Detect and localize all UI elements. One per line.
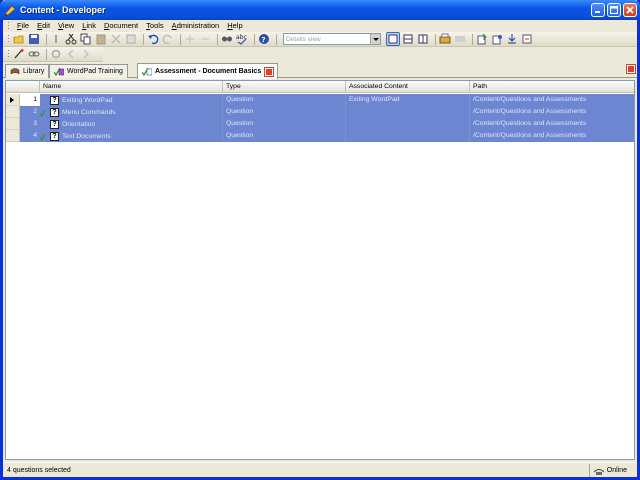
svg-text:?: ?	[262, 36, 266, 44]
link-tool-icon[interactable]	[13, 48, 25, 60]
details-grid: Name Type Associated Content Path 1 ? Ex…	[5, 80, 635, 460]
main-toolbar: abc ? Details view	[3, 32, 637, 47]
menu-administration[interactable]: Administration	[168, 20, 224, 32]
selection-status: 4 questions selected	[7, 466, 71, 474]
toolbar-grip[interactable]	[7, 34, 10, 44]
layout-vertical-icon[interactable]	[417, 33, 429, 45]
help-icon[interactable]: ?	[258, 33, 270, 45]
header-associated-content[interactable]: Associated Content	[346, 81, 470, 93]
secondary-toolbar	[3, 47, 103, 62]
book-icon	[10, 67, 20, 76]
checked-assessment-icon	[141, 67, 153, 77]
checkmark-icon	[39, 108, 46, 117]
menu-view[interactable]: View	[54, 20, 78, 32]
download-icon[interactable]	[506, 33, 518, 45]
status-bar: 4 questions selected Online	[3, 462, 637, 477]
checkmark-icon	[39, 132, 46, 141]
header-name[interactable]: Name	[40, 81, 223, 93]
menu-link[interactable]: Link	[78, 20, 100, 32]
print-icon[interactable]	[50, 33, 62, 45]
document-tabs: Library WordPad Training Assessment - Do…	[3, 62, 637, 79]
save-icon[interactable]	[28, 33, 40, 45]
title-bar[interactable]: Content - Developer	[0, 0, 640, 20]
check-in-icon[interactable]	[476, 33, 488, 45]
settings-icon[interactable]	[50, 48, 62, 60]
paste-icon[interactable]	[95, 33, 107, 45]
nav-back-icon[interactable]	[65, 48, 77, 60]
view-select[interactable]: Details view	[283, 33, 381, 45]
history-icon[interactable]	[521, 33, 533, 45]
link-add-icon[interactable]	[184, 33, 196, 45]
close-panel-icon[interactable]	[626, 64, 636, 74]
menu-document[interactable]: Document	[100, 20, 142, 32]
question-icon: ?	[50, 119, 59, 129]
table-row[interactable]: 4 ? Text Documents Question /Content/Que…	[6, 130, 634, 142]
delete-icon[interactable]	[110, 33, 122, 45]
close-button[interactable]	[623, 3, 637, 17]
table-row[interactable]: 2 ? Menu Commands Question /Content/Ques…	[6, 106, 634, 118]
header-select-spacer	[6, 81, 40, 93]
question-icon: ?	[50, 107, 59, 117]
table-row[interactable]: 3 ? Orientation Question /Content/Questi…	[6, 118, 634, 130]
redo-icon[interactable]	[162, 33, 174, 45]
toolbar-grip-2[interactable]	[7, 49, 10, 59]
layout-horizontal-icon[interactable]	[402, 33, 414, 45]
menu-tools[interactable]: Tools	[142, 20, 168, 32]
preview-icon[interactable]	[454, 33, 466, 45]
app-icon	[4, 4, 16, 16]
nav-forward-icon[interactable]	[80, 48, 92, 60]
spellcheck-icon[interactable]: abc	[236, 33, 248, 45]
menu-edit[interactable]: Edit	[33, 20, 54, 32]
window-title: Content - Developer	[20, 5, 106, 15]
menu-bar: File Edit View Link Document Tools Admin…	[3, 20, 637, 32]
cut-icon[interactable]	[65, 33, 77, 45]
row-current-indicator[interactable]	[6, 94, 20, 106]
maximize-button[interactable]	[607, 3, 621, 17]
menu-help[interactable]: Help	[223, 20, 246, 32]
table-row[interactable]: 1 ? Exiting WordPad Question Exiting Wor…	[6, 94, 634, 106]
minimize-button[interactable]	[591, 3, 605, 17]
checked-document-icon	[53, 67, 65, 77]
find-icon[interactable]	[221, 33, 233, 45]
layout-single-icon[interactable]	[386, 32, 400, 46]
menu-grip[interactable]	[7, 21, 10, 31]
chevron-down-icon[interactable]	[370, 34, 380, 44]
connection-status: Online	[588, 463, 637, 477]
chain-icon[interactable]	[28, 48, 40, 60]
online-icon	[593, 466, 605, 475]
question-icon: ?	[50, 95, 59, 105]
tab-library[interactable]: Library	[5, 64, 50, 78]
publish-icon[interactable]	[439, 33, 451, 45]
grid-header: Name Type Associated Content Path	[6, 81, 634, 93]
undo-icon[interactable]	[147, 33, 159, 45]
header-type[interactable]: Type	[223, 81, 346, 93]
properties-icon[interactable]	[125, 33, 137, 45]
header-path[interactable]: Path	[470, 81, 634, 93]
close-tab-icon[interactable]	[264, 66, 275, 77]
copy-icon[interactable]	[80, 33, 92, 45]
menu-file[interactable]: File	[13, 20, 33, 32]
tab-assessment-document-basics[interactable]: Assessment - Document Basics	[137, 63, 279, 79]
check-out-icon[interactable]	[491, 33, 503, 45]
link-remove-icon[interactable]	[199, 33, 211, 45]
app-window: Content - Developer File Edit View Link …	[0, 0, 640, 480]
open-folder-icon[interactable]	[13, 33, 25, 45]
question-icon: ?	[50, 131, 59, 141]
tab-wordpad-training[interactable]: WordPad Training	[49, 64, 128, 78]
